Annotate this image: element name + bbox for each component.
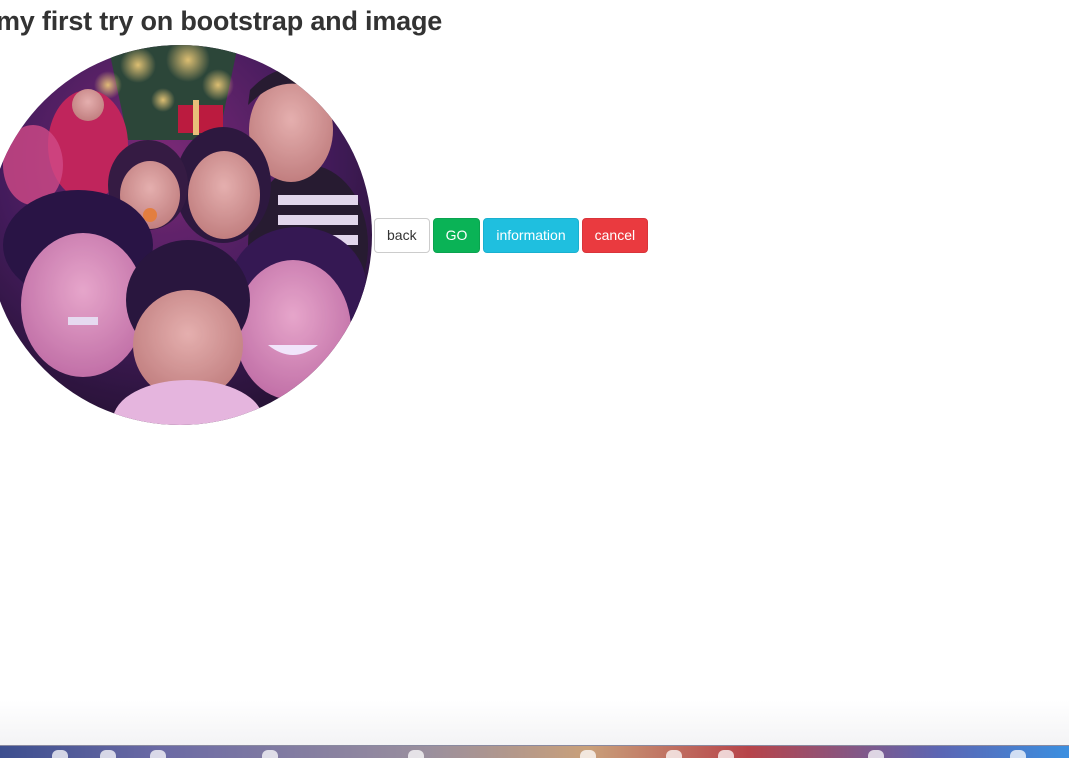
dock-app-icon[interactable] [100, 750, 116, 758]
dock-app-icon[interactable] [868, 750, 884, 758]
dock-app-icon[interactable] [580, 750, 596, 758]
family-photo-image [0, 45, 372, 425]
dock-app-icon[interactable] [666, 750, 682, 758]
page-title: my first try on bootstrap and image [0, 6, 443, 36]
dock-app-icon[interactable] [262, 750, 278, 758]
dock-shadow [0, 700, 1069, 746]
dock-app-icon[interactable] [1010, 750, 1026, 758]
information-button[interactable]: information [483, 218, 579, 253]
dock-app-icon[interactable] [718, 750, 734, 758]
dock-app-icon[interactable] [150, 750, 166, 758]
dock-app-icon[interactable] [408, 750, 424, 758]
cancel-button[interactable]: cancel [581, 218, 649, 253]
button-group: back GO information cancel [374, 218, 649, 253]
back-button[interactable]: back [374, 218, 430, 253]
page: my first try on bootstrap and image back… [0, 0, 1069, 758]
go-button[interactable]: GO [432, 218, 481, 253]
dock-app-icon[interactable] [52, 750, 68, 758]
